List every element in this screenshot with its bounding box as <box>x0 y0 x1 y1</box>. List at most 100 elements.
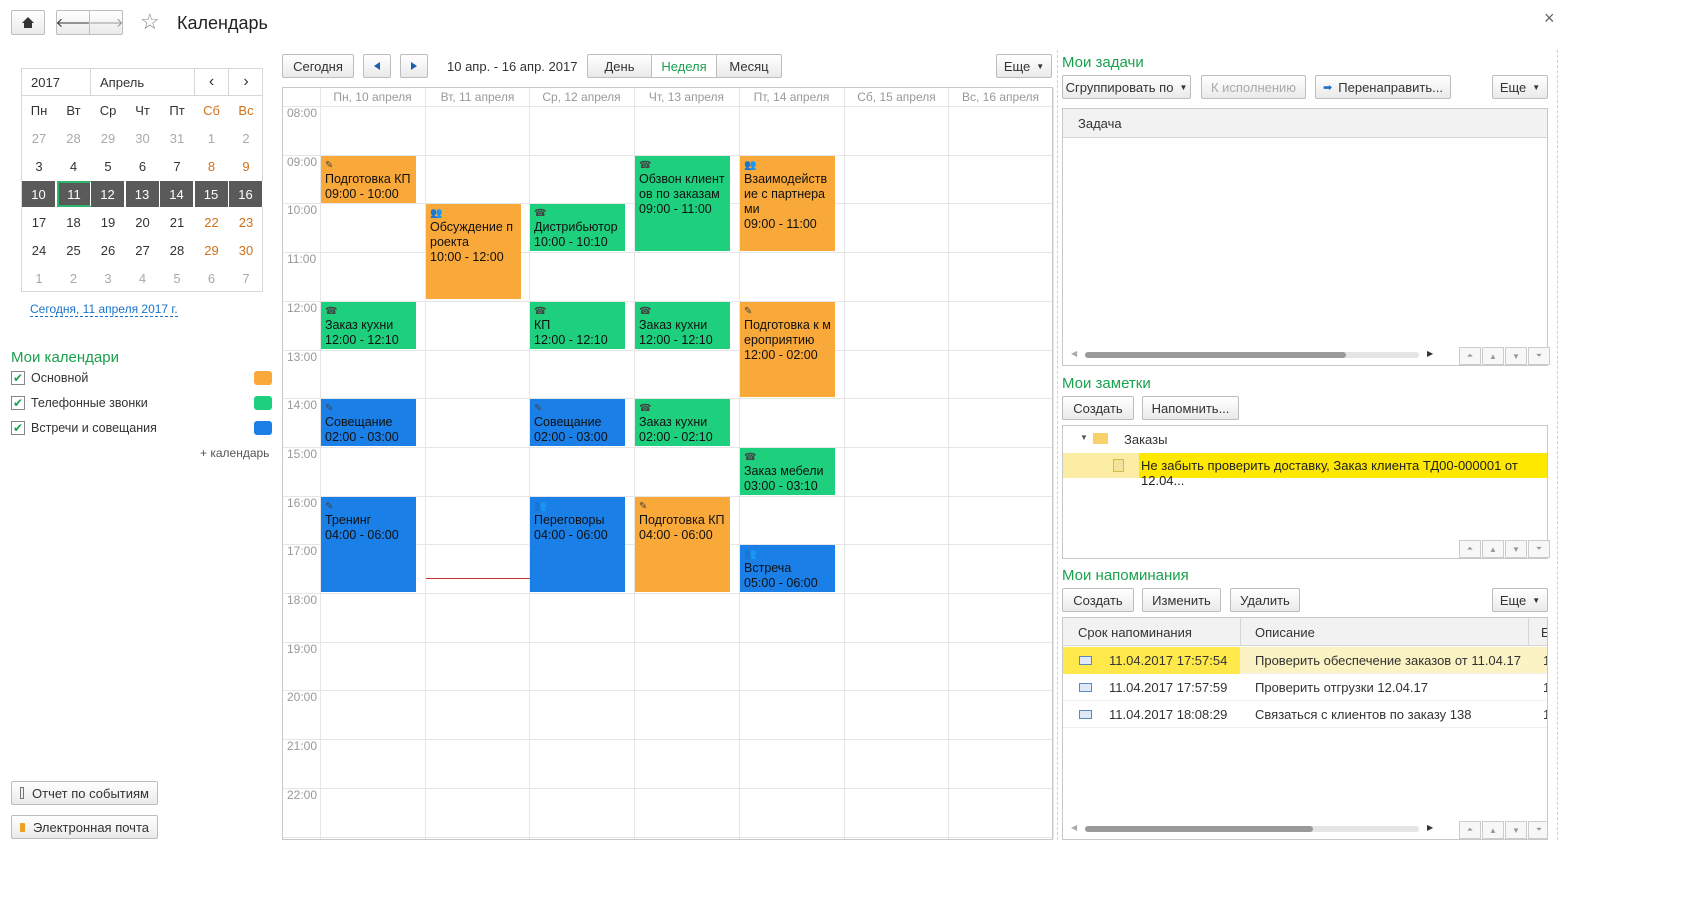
calendar-more-button[interactable]: Еще ▼ <box>996 54 1052 78</box>
close-icon[interactable]: × <box>1544 8 1555 29</box>
reminders-edit-button[interactable]: Изменить <box>1142 588 1221 612</box>
calendar-list-item[interactable]: ✔ Основной <box>11 371 273 389</box>
calendar-event[interactable]: 👥 Взаимодейств ие с партнера ми 09:00 - 11:0… <box>740 156 835 251</box>
next-week-button[interactable] <box>400 54 428 78</box>
calendar-color-swatch[interactable] <box>254 396 272 410</box>
today-button[interactable]: Сегодня <box>282 54 354 78</box>
move-top-button[interactable]: ⏶ <box>1459 347 1481 365</box>
calendar-day[interactable]: 20 <box>126 209 160 235</box>
calendar-day[interactable]: 2 <box>229 125 263 151</box>
calendar-day[interactable]: 7 <box>160 153 194 179</box>
reminder-row[interactable]: 11.04.2017 18:08:29 Связаться с клиентов … <box>1063 701 1547 728</box>
calendar-event[interactable]: ☎ Дистрибьютор 10:00 - 10:10 <box>530 204 625 251</box>
scroll-right-icon[interactable]: ▶ <box>1427 823 1433 832</box>
calendar-day[interactable]: 27 <box>22 125 56 151</box>
calendar-list-item[interactable]: ✔ Встречи и совещания <box>11 421 273 439</box>
calendar-day[interactable]: 2 <box>57 265 91 291</box>
expand-triangle-icon[interactable]: ▼ <box>1080 433 1088 442</box>
next-month-button[interactable]: › <box>229 69 263 96</box>
forward-button[interactable]: 🡒 <box>89 10 123 35</box>
calendar-event[interactable]: ☎ Заказ кухни 12:00 - 12:10 <box>635 302 730 349</box>
calendar-day[interactable]: 3 <box>91 265 125 291</box>
calendar-day[interactable]: 29 <box>91 125 125 151</box>
calendar-day[interactable]: 17 <box>22 209 56 235</box>
move-up-button[interactable]: ▲ <box>1482 347 1504 365</box>
notes-remind-button[interactable]: Напомнить... <box>1142 396 1239 420</box>
scroll-right-icon[interactable]: ▶ <box>1427 349 1433 358</box>
reminders-h-scrollbar-thumb[interactable] <box>1085 826 1313 832</box>
calendar-day[interactable]: 11 <box>56 181 91 207</box>
calendar-day[interactable]: 22 <box>195 209 229 235</box>
notes-move-up-button[interactable]: ▲ <box>1482 540 1504 558</box>
checkbox[interactable]: ✔ <box>11 421 25 435</box>
scroll-left-icon[interactable]: ◀ <box>1071 823 1077 832</box>
notes-item-row[interactable]: Не забыть проверить доставку, Заказ клие… <box>1063 453 1547 488</box>
reminders-move-down-button[interactable]: ▼ <box>1505 821 1527 839</box>
view-week-button[interactable]: Неделя <box>651 54 717 78</box>
calendar-event[interactable]: 👥 Встреча 05:00 - 06:00 <box>740 545 835 592</box>
favorite-star-icon[interactable]: ☆ <box>140 9 160 35</box>
redirect-button[interactable]: ➡ Перенаправить... <box>1315 75 1451 99</box>
calendar-day[interactable]: 8 <box>195 153 229 179</box>
notes-move-top-button[interactable]: ⏶ <box>1459 540 1481 558</box>
calendar-day[interactable]: 1 <box>195 125 229 151</box>
calendar-event[interactable]: 👥 Обсуждение п роекта 10:00 - 12:00 <box>426 204 521 299</box>
notes-move-bottom-button[interactable]: ⏷ <box>1528 540 1550 558</box>
calendar-day[interactable]: 7 <box>229 265 263 291</box>
tasks-h-scrollbar-thumb[interactable] <box>1085 352 1346 358</box>
reminder-row[interactable]: 11.04.2017 17:57:59 Проверить отгрузки 12… <box>1063 674 1547 701</box>
reminder-row[interactable]: 11.04.2017 17:57:54 Проверить обеспечение… <box>1063 647 1547 674</box>
calendar-day[interactable]: 12 <box>91 181 125 207</box>
calendar-day[interactable]: 10 <box>22 181 56 207</box>
reminders-create-button[interactable]: Создать <box>1062 588 1134 612</box>
calendar-event[interactable]: ☎ КП 12:00 - 12:10 <box>530 302 625 349</box>
calendar-day[interactable]: 30 <box>126 125 160 151</box>
calendar-day[interactable]: 31 <box>160 125 194 151</box>
scroll-left-icon[interactable]: ◀ <box>1071 349 1077 358</box>
reminders-delete-button[interactable]: Удалить <box>1230 588 1300 612</box>
move-bottom-button[interactable]: ⏷ <box>1528 347 1550 365</box>
calendar-event[interactable]: 👥 Переговоры 04:00 - 06:00 <box>530 497 625 592</box>
reminders-move-up-button[interactable]: ▲ <box>1482 821 1504 839</box>
calendar-day[interactable]: 29 <box>195 237 229 263</box>
back-button[interactable]: 🡐 <box>56 10 90 35</box>
today-link[interactable]: Сегодня, 11 апреля 2017 г. <box>30 302 178 317</box>
calendar-event[interactable]: ✎ Подготовка к м ероприятию 12:00 - 02:00 <box>740 302 835 397</box>
calendar-day[interactable]: 4 <box>57 153 91 179</box>
event-report-button[interactable]: Отчет по событиям <box>11 781 158 805</box>
checkbox[interactable]: ✔ <box>11 396 25 410</box>
calendar-day[interactable]: 6 <box>126 153 160 179</box>
tasks-more-button[interactable]: Еще ▼ <box>1492 75 1548 99</box>
calendar-day[interactable]: 5 <box>91 153 125 179</box>
home-button[interactable] <box>11 10 45 35</box>
calendar-day[interactable]: 4 <box>126 265 160 291</box>
calendar-day[interactable]: 13 <box>125 181 160 207</box>
calendar-color-swatch[interactable] <box>254 421 272 435</box>
calendar-event[interactable]: ✎ Совещание 02:00 - 03:00 <box>530 399 625 446</box>
month-field[interactable]: Апрель <box>91 69 195 96</box>
calendar-day[interactable]: 1 <box>22 265 56 291</box>
calendar-event[interactable]: ✎ Совещание 02:00 - 03:00 <box>321 399 416 446</box>
prev-month-button[interactable]: ‹ <box>195 69 229 96</box>
reminders-move-bottom-button[interactable]: ⏷ <box>1528 821 1547 839</box>
to-execute-button[interactable]: К исполнению <box>1201 75 1306 99</box>
calendar-day[interactable]: 25 <box>57 237 91 263</box>
calendar-day[interactable]: 9 <box>229 153 263 179</box>
calendar-color-swatch[interactable] <box>254 371 272 385</box>
calendar-day[interactable]: 24 <box>22 237 56 263</box>
calendar-day[interactable]: 15 <box>194 181 229 207</box>
reminders-move-top-button[interactable]: ⏶ <box>1459 821 1481 839</box>
calendar-day[interactable]: 5 <box>160 265 194 291</box>
calendar-event[interactable]: ✎ Подготовка КП 09:00 - 10:00 <box>321 156 416 203</box>
group-by-button[interactable]: Сгруппировать по ▼ <box>1062 75 1191 99</box>
notes-folder-row[interactable]: ▼ Заказы <box>1063 426 1547 452</box>
calendar-event[interactable]: ☎ Заказ кухни 12:00 - 12:10 <box>321 302 416 349</box>
calendar-day[interactable]: 30 <box>229 237 263 263</box>
calendar-day[interactable]: 26 <box>91 237 125 263</box>
calendar-day[interactable]: 28 <box>57 125 91 151</box>
calendar-event[interactable]: ☎ Заказ кухни 02:00 - 02:10 <box>635 399 730 446</box>
view-month-button[interactable]: Месяц <box>716 54 782 78</box>
calendar-list-item[interactable]: ✔ Телефонные звонки <box>11 396 273 414</box>
notes-move-down-button[interactable]: ▼ <box>1505 540 1527 558</box>
email-button[interactable]: Электронная почта <box>11 815 158 839</box>
